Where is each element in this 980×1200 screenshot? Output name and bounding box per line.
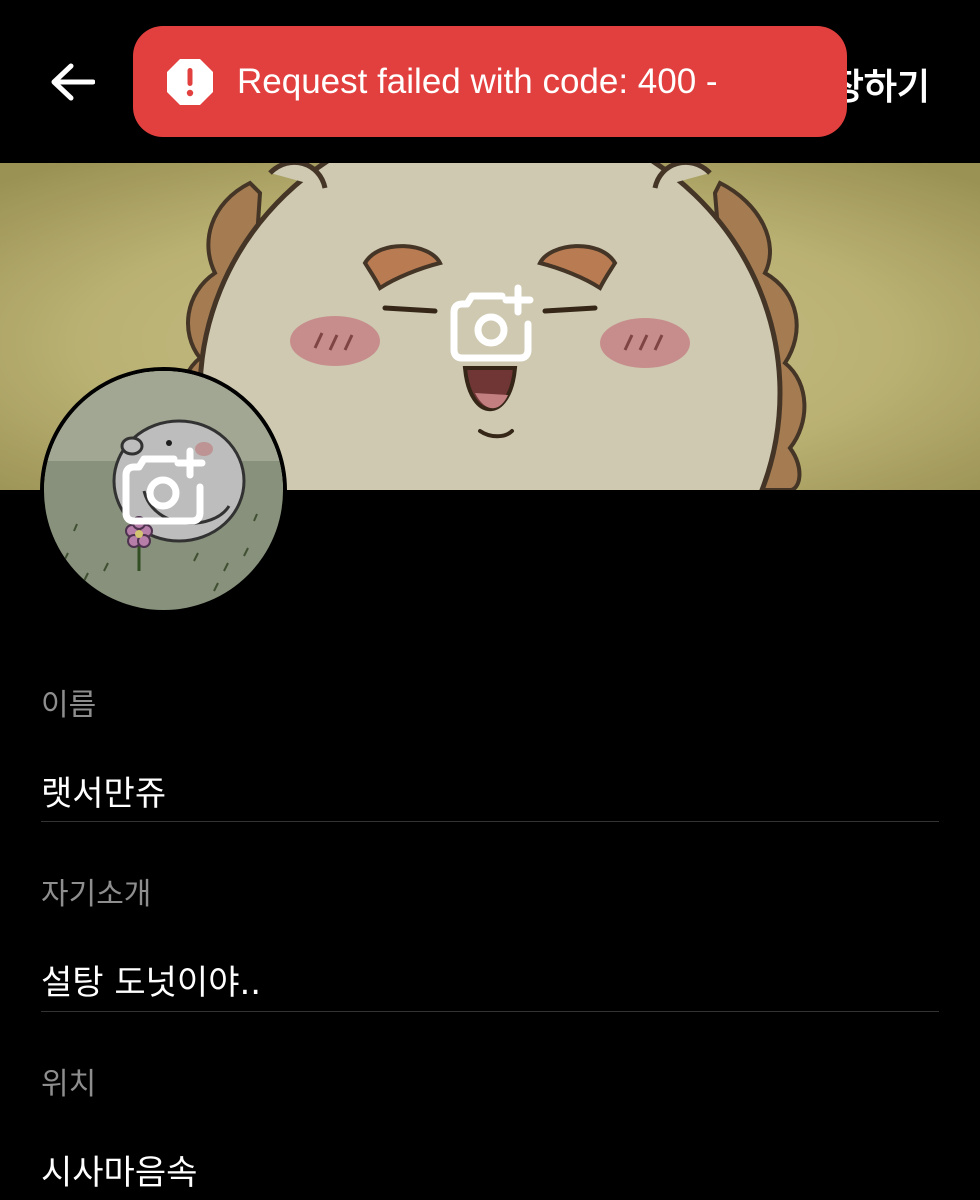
bio-field[interactable]: 자기소개 설탕 도넛이야..	[41, 869, 939, 1012]
location-value[interactable]: 시사마음속	[41, 1145, 939, 1194]
divider	[41, 821, 939, 822]
back-button[interactable]	[44, 56, 100, 108]
name-label: 이름	[41, 688, 97, 723]
alert-octagon-icon	[167, 58, 213, 105]
name-value[interactable]: 랫서만쥬	[41, 766, 939, 815]
error-toast: Request failed with code: 400 -	[133, 26, 847, 137]
divider	[41, 1011, 939, 1012]
camera-plus-icon[interactable]	[120, 447, 212, 527]
bio-value[interactable]: 설탕 도넛이야..	[41, 955, 939, 1004]
arrow-left-icon	[51, 63, 95, 101]
camera-plus-icon[interactable]	[448, 284, 540, 364]
location-label: 위치	[41, 1067, 97, 1102]
location-field[interactable]: 위치 시사마음속	[41, 1059, 939, 1194]
name-field[interactable]: 이름 랫서만쥬	[41, 680, 939, 822]
toast-message: Request failed with code: 400 -	[237, 61, 718, 101]
bio-label: 자기소개	[41, 877, 152, 912]
